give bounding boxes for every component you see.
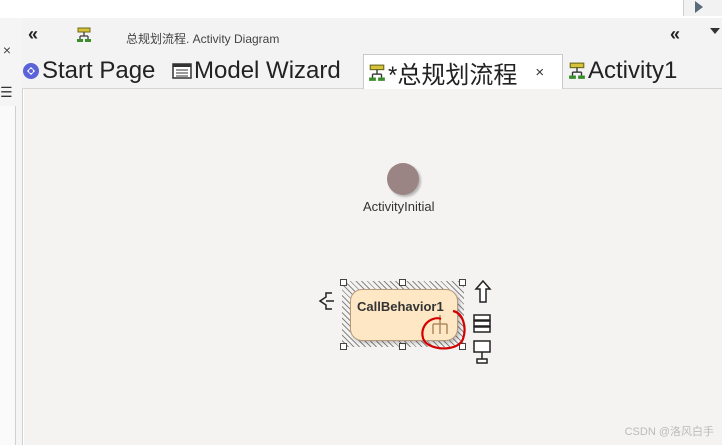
diagram-canvas[interactable] [24,89,722,445]
quick-linker-arrow-icon[interactable] [474,279,492,305]
initial-node-label: ActivityInitial [363,199,435,214]
tab-start-page[interactable]: Start Page [22,54,155,88]
resize-handle[interactable] [340,343,347,350]
close-icon[interactable]: × [0,42,14,58]
resize-handle[interactable] [399,279,406,286]
diagram-title-bar: « 总规划流程. Activity Diagram « [22,18,722,53]
tab-active-diagram[interactable]: *总规划流程 × [363,54,563,90]
red-annotation-circle [421,309,466,350]
top-strip [0,0,722,18]
model-wizard-icon [172,63,192,79]
resize-handle[interactable] [459,279,466,286]
resize-handle[interactable] [340,279,347,286]
start-page-icon [23,63,39,79]
resize-handle[interactable] [399,343,406,350]
property-icon[interactable] [472,339,492,365]
play-icon[interactable] [695,1,703,13]
activity-diagram-icon [569,62,585,79]
tab-model-wizard[interactable]: Model Wizard [172,54,341,88]
activity-diagram-icon [77,27,91,42]
left-panel: × ☰ [0,18,23,445]
menu-icon[interactable]: ☰ [0,84,13,101]
initial-node[interactable] [387,163,419,195]
chevron-down-icon[interactable] [710,28,720,34]
tab-label: Model Wizard [194,57,341,84]
collapse-right-icon[interactable]: « [670,24,680,45]
list-menu-icon[interactable] [472,313,492,335]
collapse-left-icon[interactable]: « [28,24,38,45]
document-tabs: Start Page Model Wizard *总规划流程 × Activit… [22,52,722,90]
watermark: CSDN @洛风白手 [624,426,714,438]
diagram-title: 总规划流程. Activity Diagram [126,32,280,46]
close-icon[interactable]: × [535,64,544,81]
tab-label: *总规划流程 [388,62,518,89]
left-panel-body [0,106,16,445]
add-pin-icon[interactable] [318,291,336,311]
activity-diagram-icon [369,64,385,81]
tab-label: Activity1 [588,57,678,84]
tab-label: Start Page [42,57,156,84]
tab-activity1[interactable]: Activity1 [568,54,677,88]
